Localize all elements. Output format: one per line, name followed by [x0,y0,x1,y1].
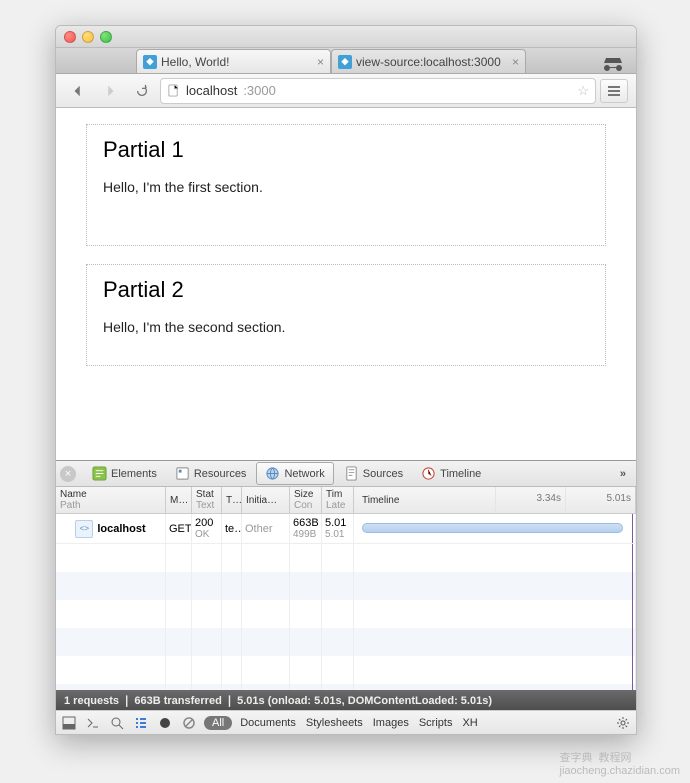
resources-icon [175,466,190,481]
page-viewport: Partial 1 Hello, I'm the first section. … [56,108,636,460]
forward-button[interactable] [96,79,124,103]
menu-button[interactable] [600,79,628,103]
list-icon[interactable] [132,714,150,732]
partial-section: Partial 2 Hello, I'm the second section. [86,264,606,366]
close-tab-button[interactable]: × [317,55,324,69]
titlebar [56,26,636,48]
document-icon: <> [75,520,93,538]
toolbar: localhost :3000 ☆ [56,74,636,108]
watermark: 查字典教程网 jiaocheng.chazidian.com [560,749,680,777]
filter-images[interactable]: Images [371,717,411,729]
dock-button[interactable] [60,714,78,732]
omnibox-path: :3000 [243,83,276,98]
page-icon [167,84,180,97]
col-time[interactable]: TimLate [322,487,354,513]
tab-1[interactable]: ◆ view-source:localhost:3000 × [331,49,526,73]
omnibox-host: localhost [186,83,237,98]
sources-icon [344,466,359,481]
browser-window: ◆ Hello, World! × ◆ view-source:localhos… [55,25,637,735]
tab-resources[interactable]: Resources [167,463,255,484]
table-empty-rows [56,544,636,690]
back-button[interactable] [64,79,92,103]
settings-gear-icon[interactable] [614,714,632,732]
col-timeline[interactable]: Timeline 3.34s 5.01s [354,487,636,513]
col-status[interactable]: StatText [192,487,222,513]
col-type[interactable]: T… [222,487,242,513]
network-summary: 1 requests ❘ 663B transferred ❘ 5.01s (o… [56,690,636,710]
elements-icon [92,466,107,481]
network-table: NamePath M… StatText T… Initia… SizeCon … [56,487,636,690]
section-body: Hello, I'm the first section. [103,179,589,195]
tab-title: view-source:localhost:3000 [356,55,508,69]
incognito-icon [600,53,626,73]
devtools-panel: × Elements Resources Network Sources Tim… [56,460,636,734]
address-bar[interactable]: localhost :3000 ☆ [160,78,596,104]
tab-network[interactable]: Network [256,462,333,485]
tab-timeline[interactable]: Timeline [413,463,489,484]
zoom-window-button[interactable] [100,31,112,43]
table-header: NamePath M… StatText T… Initia… SizeCon … [56,487,636,514]
favicon-icon: ◆ [143,55,157,69]
tab-sources[interactable]: Sources [336,463,411,484]
close-devtools-button[interactable]: × [60,466,76,482]
close-window-button[interactable] [64,31,76,43]
col-name[interactable]: NamePath [56,487,166,513]
record-button[interactable] [156,714,174,732]
close-tab-button[interactable]: × [512,55,519,69]
timeline-tick: 5.01s [565,487,635,513]
timeline-bar [362,523,623,533]
tab-elements[interactable]: Elements [84,463,165,484]
filter-documents[interactable]: Documents [238,717,298,729]
filter-all[interactable]: All [204,716,232,730]
table-row[interactable]: <> localhost GET 200OK te… Other 663B499… [56,514,636,544]
console-button[interactable] [84,714,102,732]
timeline-end-marker [632,514,633,543]
reload-button[interactable] [128,79,156,103]
col-initiator[interactable]: Initia… [242,487,290,513]
tab-strip: ◆ Hello, World! × ◆ view-source:localhos… [56,48,636,74]
filter-scripts[interactable]: Scripts [417,717,455,729]
timeline-tick: 3.34s [495,487,565,513]
clear-button[interactable] [180,714,198,732]
filter-bar: All Documents Stylesheets Images Scripts… [56,710,636,734]
devtools-tabs: × Elements Resources Network Sources Tim… [56,461,636,487]
more-tabs-button[interactable]: » [620,468,632,480]
tab-title: Hello, World! [161,55,313,69]
search-icon[interactable] [108,714,126,732]
col-method[interactable]: M… [166,487,192,513]
partial-section: Partial 1 Hello, I'm the first section. [86,124,606,246]
section-heading: Partial 1 [103,137,589,163]
filter-xhr[interactable]: XH [460,717,479,729]
bookmark-star-icon[interactable]: ☆ [577,83,589,99]
request-name: localhost [97,523,145,535]
window-controls [64,31,112,43]
minimize-window-button[interactable] [82,31,94,43]
network-icon [265,466,280,481]
timeline-icon [421,466,436,481]
tab-0[interactable]: ◆ Hello, World! × [136,49,331,73]
filter-stylesheets[interactable]: Stylesheets [304,717,365,729]
col-size[interactable]: SizeCon [290,487,322,513]
section-heading: Partial 2 [103,277,589,303]
favicon-icon: ◆ [338,55,352,69]
section-body: Hello, I'm the second section. [103,319,589,335]
